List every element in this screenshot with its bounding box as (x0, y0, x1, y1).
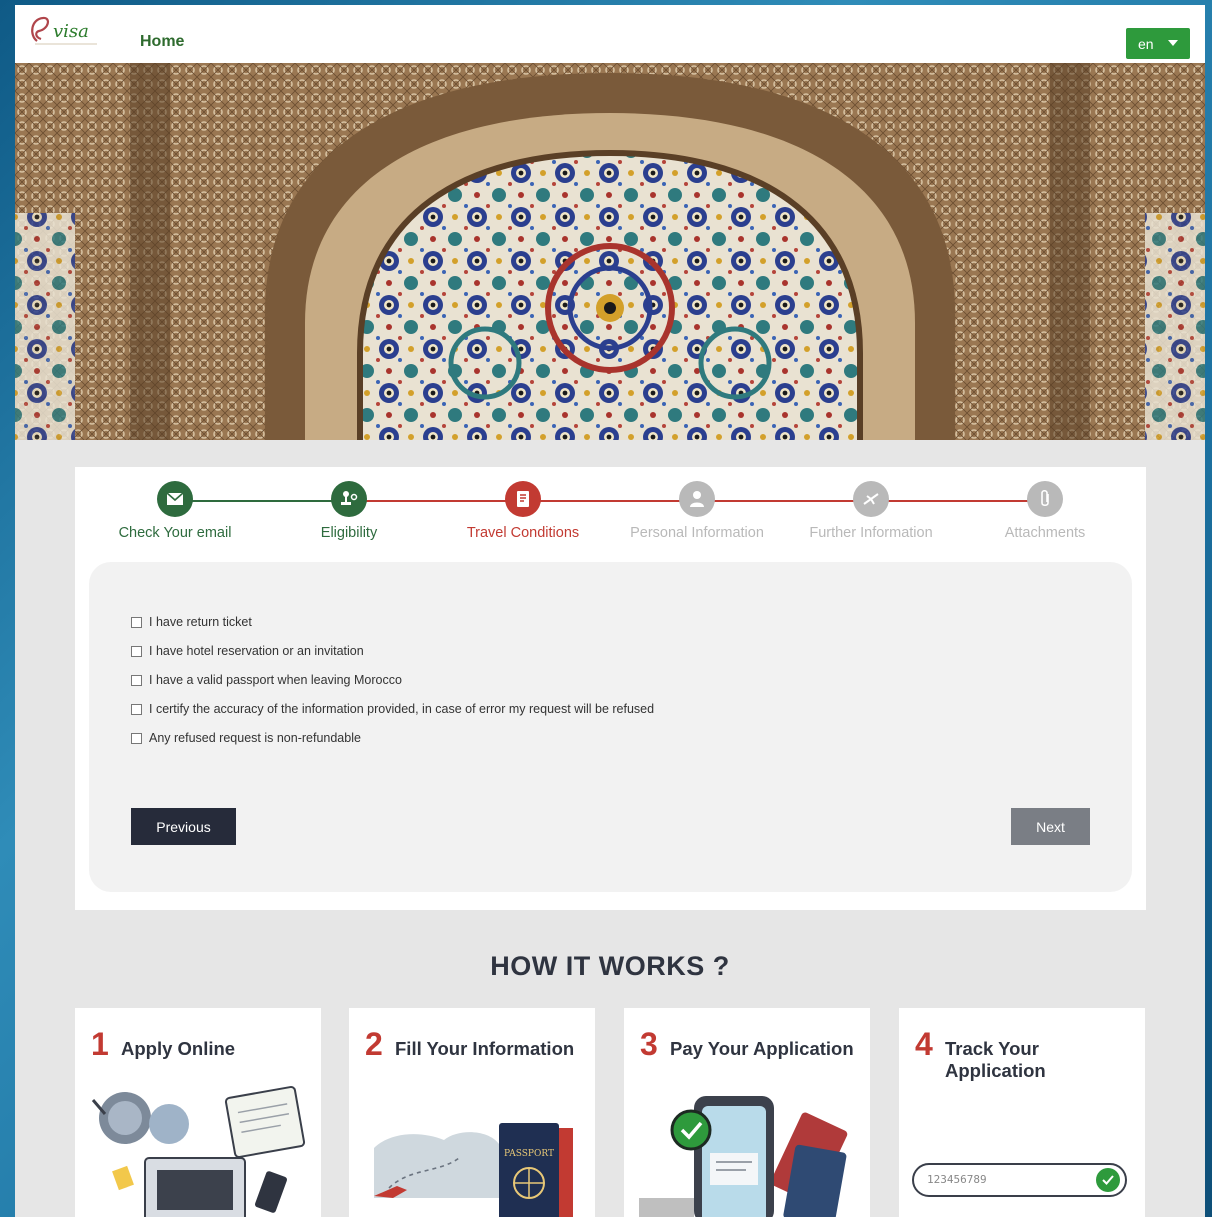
next-button[interactable]: Next (1011, 808, 1090, 845)
condition-certify-accuracy: I certify the accuracy of the informatio… (131, 702, 654, 716)
passport-world-map-illustration: PASSPORT (349, 1078, 595, 1217)
user-icon (679, 481, 715, 517)
language-value: en (1138, 35, 1154, 52)
step-number: 3 (640, 1026, 658, 1062)
how-card-fill-information: 2 Fill Your Information PASSPORT (349, 1008, 595, 1217)
paperclip-icon (1027, 481, 1063, 517)
application-form-card: Check Your email Eligibility Travel Cond… (75, 467, 1146, 910)
document-icon (505, 481, 541, 517)
condition-valid-passport: I have a valid passport when leaving Mor… (131, 673, 402, 687)
airplane-icon (853, 481, 889, 517)
how-card-title: Apply Online (121, 1038, 236, 1059)
step-further-information[interactable]: Further Information (781, 481, 961, 541)
how-it-works-heading: HOW IT WORKS ? (490, 951, 730, 981)
step-label: Check Your email (118, 525, 232, 541)
top-navbar: visa Home en (15, 5, 1205, 63)
checkbox-label: I certify the accuracy of the informatio… (149, 702, 655, 716)
language-dropdown[interactable]: en (1126, 28, 1190, 59)
phone-payment-illustration (624, 1078, 870, 1217)
checkbox-label: I have a valid passport when leaving Mor… (149, 673, 402, 687)
checkbox-label: I have return ticket (149, 615, 252, 629)
step-number: 4 (915, 1026, 933, 1062)
step-number: 1 (91, 1026, 109, 1062)
condition-return-ticket: I have return ticket (131, 615, 252, 629)
svg-text:visa: visa (53, 21, 89, 42)
checkbox-label: Any refused request is non-refundable (149, 731, 361, 745)
step-label: Eligibility (320, 525, 378, 541)
step-attachments[interactable]: Attachments (955, 481, 1135, 541)
step-eligibility[interactable]: Eligibility (259, 481, 439, 541)
checkbox-label: I have hotel reservation or an invitatio… (149, 644, 364, 658)
conditions-panel: I have return ticket I have hotel reserv… (89, 562, 1132, 892)
how-card-track-application: 4 Track Your Application 123456789 (899, 1008, 1145, 1217)
step-label: Travel Conditions (466, 525, 580, 541)
how-card-pay-application: 3 Pay Your Application (624, 1008, 870, 1217)
checkbox[interactable] (131, 703, 142, 715)
envelope-icon (157, 481, 193, 517)
tracking-input-illustration: 123456789 (899, 1078, 1145, 1217)
evisa-logo[interactable]: visa (27, 11, 117, 51)
previous-button[interactable]: Previous (131, 808, 236, 845)
step-label: Attachments (1004, 525, 1086, 541)
tracking-number-field[interactable]: 123456789 (912, 1163, 1127, 1197)
checkbox[interactable] (131, 645, 142, 657)
step-label: Personal Information (630, 525, 764, 541)
condition-hotel-reservation: I have hotel reservation or an invitatio… (131, 644, 364, 658)
checkbox[interactable] (131, 616, 142, 628)
page: visa Home en Check Your email Eligibilit… (15, 5, 1205, 1217)
step-personal-information[interactable]: Personal Information (607, 481, 787, 541)
how-card-title: Fill Your Information (395, 1038, 575, 1059)
progress-stepper: Check Your email Eligibility Travel Cond… (75, 481, 1146, 551)
how-card-title: Track Your Application (945, 1038, 1046, 1081)
step-travel-conditions[interactable]: Travel Conditions (433, 481, 613, 541)
how-card-title: Pay Your Application (670, 1038, 854, 1059)
step-check-email[interactable]: Check Your email (85, 481, 265, 541)
tracking-number-value: 123456789 (927, 1173, 987, 1186)
laptop-desk-illustration (75, 1078, 321, 1217)
checkbox[interactable] (131, 674, 142, 686)
how-card-apply-online: 1 Apply Online (75, 1008, 321, 1217)
passport-text: PASSPORT (504, 1149, 554, 1159)
chevron-down-icon (1168, 40, 1178, 46)
condition-non-refundable: Any refused request is non-refundable (131, 731, 361, 745)
nav-home-link[interactable]: Home (140, 33, 184, 51)
step-number: 2 (365, 1026, 383, 1062)
check-icon (1096, 1168, 1120, 1192)
stamp-icon (331, 481, 367, 517)
checkbox[interactable] (131, 732, 142, 744)
hero-banner-image (15, 63, 1205, 440)
step-label: Further Information (809, 525, 933, 541)
